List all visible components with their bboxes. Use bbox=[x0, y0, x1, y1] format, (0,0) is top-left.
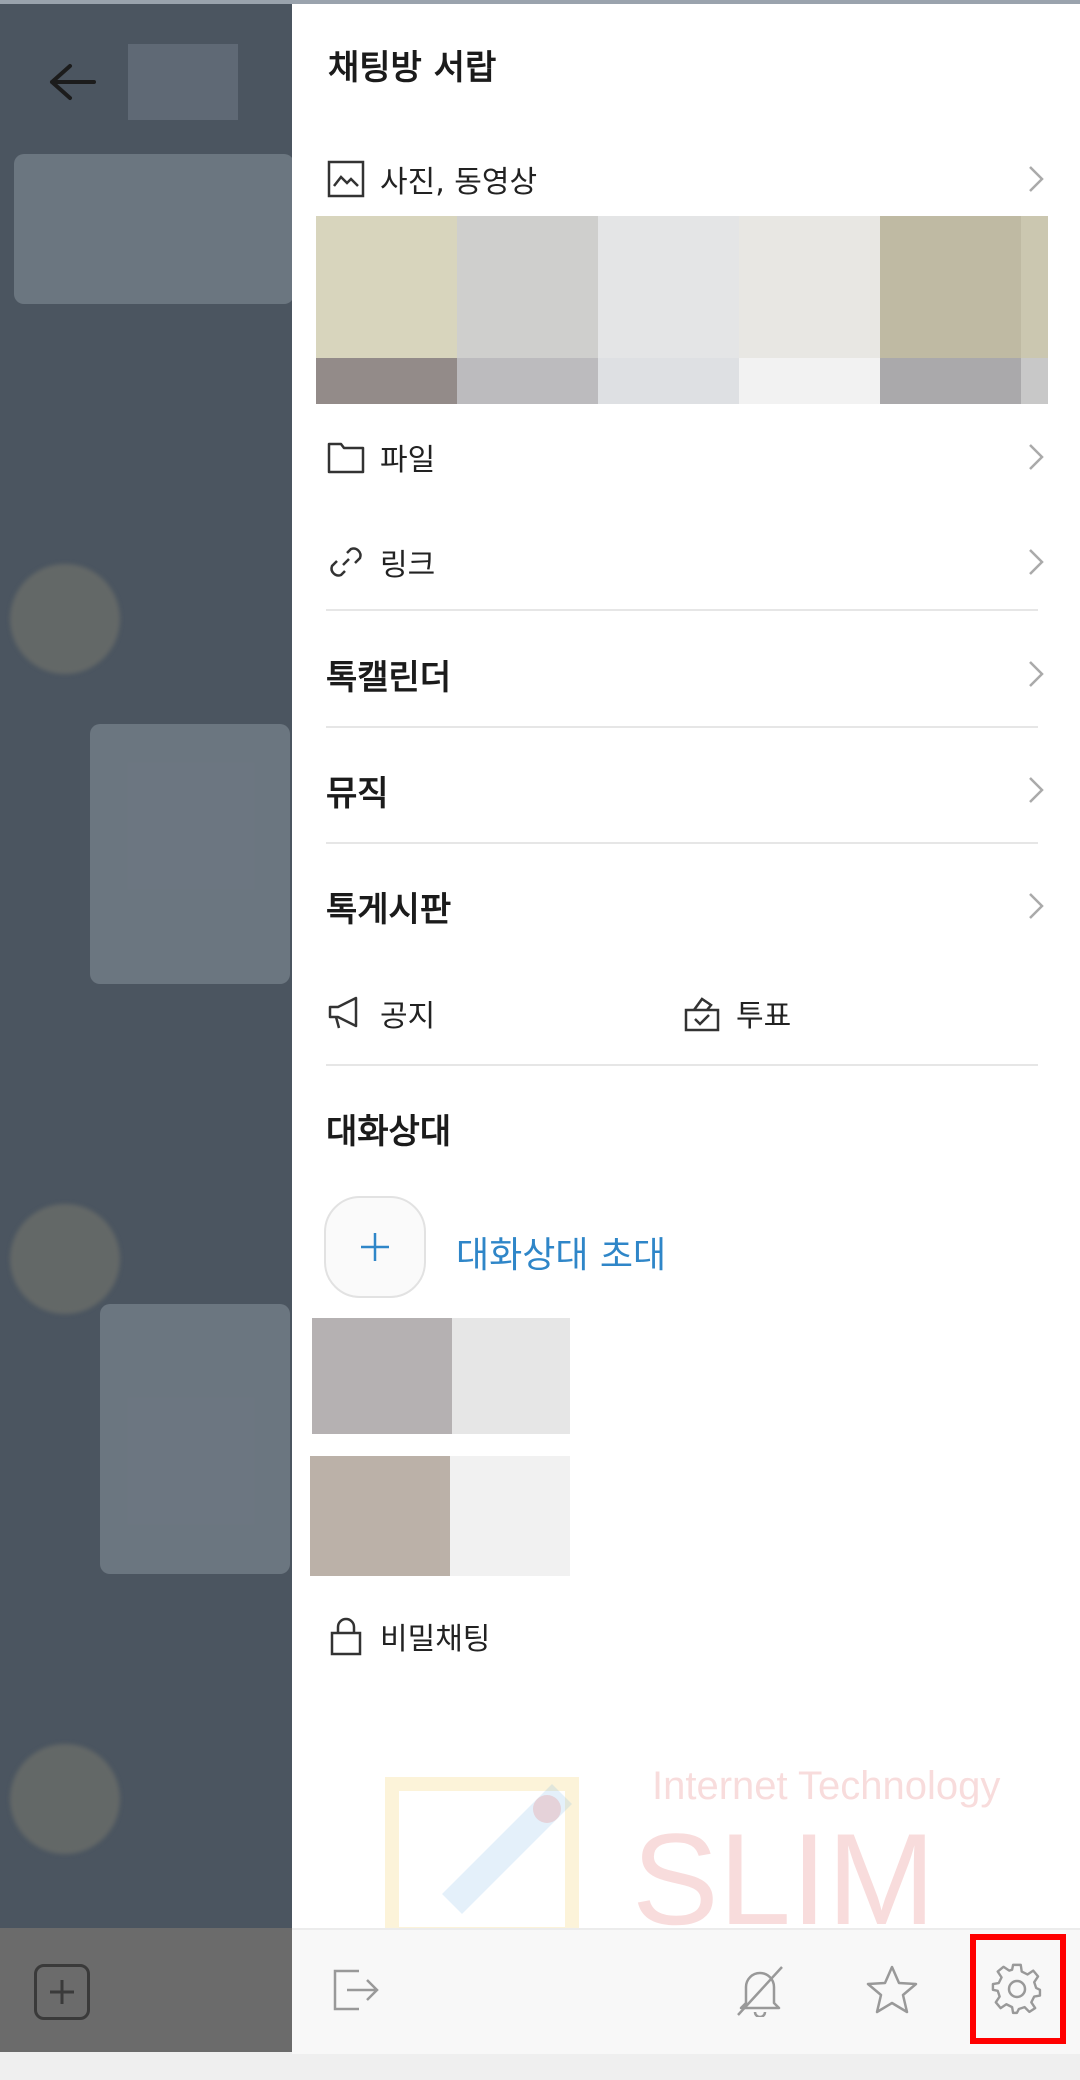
drawer-title: 채팅방 서랍 bbox=[328, 48, 497, 88]
ballot-icon bbox=[682, 993, 722, 1033]
avatar bbox=[310, 1456, 450, 1576]
notice-label: 공지 bbox=[380, 999, 436, 1034]
talk-calendar-row[interactable]: 톡캘린더 bbox=[326, 646, 1046, 702]
member-item[interactable] bbox=[312, 1318, 570, 1434]
chat-bubble bbox=[14, 154, 292, 304]
watermark-line1: Internet Technology bbox=[652, 1764, 1001, 1808]
chat-title-placeholder bbox=[128, 44, 238, 120]
chevron-right-icon bbox=[1029, 661, 1044, 687]
nav-bar-strip bbox=[0, 2052, 1080, 2080]
plus-icon bbox=[50, 1980, 74, 2004]
talk-board-row[interactable]: 톡게시판 bbox=[326, 878, 1046, 934]
media-thumb[interactable] bbox=[880, 216, 1021, 404]
files-row[interactable]: 파일 bbox=[326, 432, 1046, 482]
media-thumb[interactable] bbox=[598, 216, 739, 404]
vote-row[interactable]: 투표 bbox=[682, 988, 1002, 1038]
member-item[interactable] bbox=[310, 1456, 570, 1576]
profile-blur bbox=[10, 1744, 120, 1854]
divider bbox=[326, 609, 1038, 611]
member-name-placeholder bbox=[452, 1318, 570, 1434]
secret-chat-label: 비밀채팅 bbox=[380, 1622, 491, 1657]
media-thumb[interactable] bbox=[1021, 216, 1048, 404]
media-thumb-strip bbox=[1021, 358, 1048, 404]
add-attachment-button[interactable] bbox=[34, 1964, 90, 2020]
exit-icon[interactable] bbox=[322, 1956, 390, 2024]
photos-videos-row[interactable]: 사진, 동영상 bbox=[326, 154, 1046, 204]
chat-bubble bbox=[100, 1304, 290, 1574]
star-icon[interactable] bbox=[858, 1956, 926, 2024]
image-icon bbox=[326, 159, 366, 199]
member-name-placeholder bbox=[450, 1456, 570, 1576]
divider bbox=[326, 726, 1038, 728]
media-thumb-strip bbox=[598, 358, 739, 404]
members-title: 대화상대 bbox=[326, 1111, 452, 1152]
chevron-right-icon bbox=[1029, 549, 1044, 575]
settings-highlight-box bbox=[970, 1934, 1066, 2044]
chat-background bbox=[0, 4, 292, 1928]
lock-icon bbox=[326, 1616, 366, 1656]
media-thumb[interactable] bbox=[457, 216, 598, 404]
chevron-right-icon bbox=[1029, 444, 1044, 470]
bell-off-icon[interactable] bbox=[726, 1956, 794, 2024]
divider bbox=[326, 842, 1038, 844]
chat-bubble bbox=[90, 724, 290, 984]
drawer-toolbar bbox=[292, 1928, 1080, 2054]
media-thumb[interactable] bbox=[316, 216, 457, 404]
media-thumb-strip bbox=[739, 358, 880, 404]
secret-chat-row[interactable]: 비밀채팅 bbox=[326, 1610, 1046, 1662]
watermark-logo: Internet Technology SLIM bbox=[382, 1764, 1072, 1952]
members-header: 대화상대 bbox=[326, 1100, 1046, 1156]
media-thumb-strip bbox=[316, 358, 457, 404]
links-row[interactable]: 링크 bbox=[326, 537, 1046, 587]
chevron-right-icon bbox=[1029, 166, 1044, 192]
back-arrow-icon[interactable] bbox=[44, 54, 100, 110]
media-thumb-strip bbox=[457, 358, 598, 404]
links-label: 링크 bbox=[380, 548, 436, 583]
media-thumb-strip bbox=[880, 358, 1021, 404]
media-thumb[interactable] bbox=[739, 216, 880, 404]
folder-icon bbox=[326, 437, 366, 477]
rocket-logo-icon bbox=[385, 1777, 579, 1941]
divider bbox=[326, 1064, 1038, 1066]
media-thumbnails[interactable] bbox=[316, 216, 1048, 404]
music-row[interactable]: 뮤직 bbox=[326, 762, 1046, 818]
invite-button[interactable] bbox=[324, 1196, 426, 1298]
music-label: 뮤직 bbox=[326, 773, 389, 814]
link-icon bbox=[326, 542, 366, 582]
invite-label[interactable]: 대화상대 초대 bbox=[456, 1226, 666, 1278]
profile-blur bbox=[10, 1204, 120, 1314]
photos-videos-label: 사진, 동영상 bbox=[380, 165, 538, 200]
chevron-right-icon bbox=[1029, 777, 1044, 803]
vote-label: 투표 bbox=[736, 999, 792, 1034]
talk-calendar-label: 톡캘린더 bbox=[326, 657, 452, 698]
chevron-right-icon bbox=[1029, 893, 1044, 919]
chat-drawer-panel: 채팅방 서랍 사진, 동영상 파일 링크 톡캘린더 뮤직 톡게시판 공지 투표 … bbox=[292, 4, 1080, 2054]
megaphone-icon bbox=[326, 993, 366, 1033]
profile-blur bbox=[10, 564, 120, 674]
talk-board-label: 톡게시판 bbox=[326, 889, 452, 930]
notice-row[interactable]: 공지 bbox=[326, 988, 646, 1038]
files-label: 파일 bbox=[380, 443, 436, 478]
plus-icon bbox=[361, 1233, 389, 1261]
avatar bbox=[312, 1318, 452, 1434]
